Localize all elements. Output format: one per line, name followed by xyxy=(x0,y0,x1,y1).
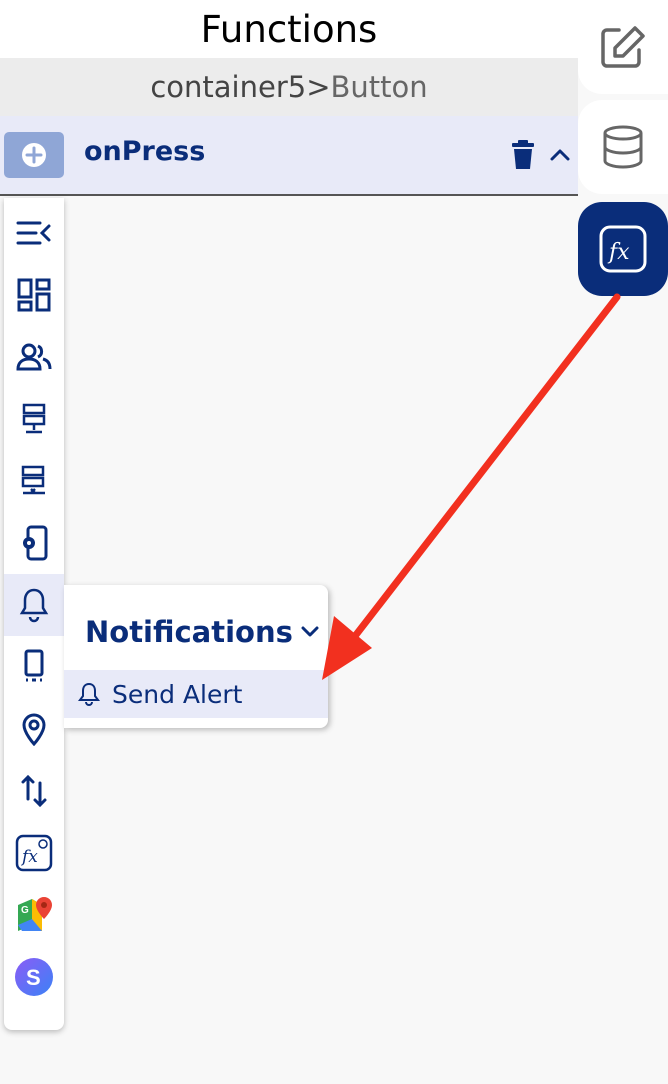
s-logo-icon[interactable]: S xyxy=(4,946,64,1008)
device-settings-icon[interactable] xyxy=(4,512,64,574)
sort-arrows-icon[interactable] xyxy=(4,760,64,822)
send-alert-label: Send Alert xyxy=(112,679,243,709)
event-name: onPress xyxy=(84,136,206,167)
breadcrumb-parent[interactable]: container5 xyxy=(150,70,306,104)
chevron-down-icon[interactable] xyxy=(300,625,320,639)
svg-text:G: G xyxy=(21,905,29,916)
plus-circle-icon xyxy=(22,143,46,167)
trash-icon[interactable] xyxy=(512,140,534,170)
event-row[interactable]: onPress xyxy=(0,116,578,196)
users-icon[interactable] xyxy=(4,326,64,388)
add-action-button[interactable] xyxy=(4,132,64,178)
svg-text:fx: fx xyxy=(20,847,38,867)
panel-title: Functions xyxy=(0,0,578,58)
breadcrumb-separator: > xyxy=(306,70,331,104)
collapse-menu-icon[interactable] xyxy=(4,202,64,264)
svg-text:fx: fx xyxy=(607,240,630,265)
tab-data[interactable] xyxy=(578,100,668,194)
mobile-device-icon[interactable] xyxy=(4,636,64,698)
server-icon[interactable] xyxy=(4,388,64,450)
function-icon: fx xyxy=(599,225,647,273)
edit-icon xyxy=(601,26,645,68)
tab-edit[interactable] xyxy=(578,0,668,94)
send-alert-item[interactable]: Send Alert xyxy=(64,670,328,718)
breadcrumb: container5 > Button xyxy=(0,58,578,116)
bell-icon xyxy=(78,682,100,706)
dashboard-icon[interactable] xyxy=(4,264,64,326)
functions-panel: Functions container5 > Button onPress fx… xyxy=(0,0,578,1084)
google-maps-icon[interactable]: G xyxy=(4,884,64,946)
flyout-title: Notifications xyxy=(85,615,293,649)
svg-text:S: S xyxy=(26,965,41,990)
breadcrumb-leaf: Button xyxy=(330,70,428,104)
action-category-rail: fx G S xyxy=(4,198,64,1030)
database-icon xyxy=(603,125,643,169)
add-function-icon[interactable]: fx xyxy=(4,822,64,884)
location-pin-icon[interactable] xyxy=(4,698,64,760)
bell-icon[interactable] xyxy=(4,574,64,636)
tab-functions[interactable]: fx xyxy=(578,202,668,296)
chevron-up-icon[interactable] xyxy=(549,146,571,162)
notifications-flyout: Notifications Send Alert xyxy=(64,585,328,728)
server-remove-icon[interactable] xyxy=(4,450,64,512)
